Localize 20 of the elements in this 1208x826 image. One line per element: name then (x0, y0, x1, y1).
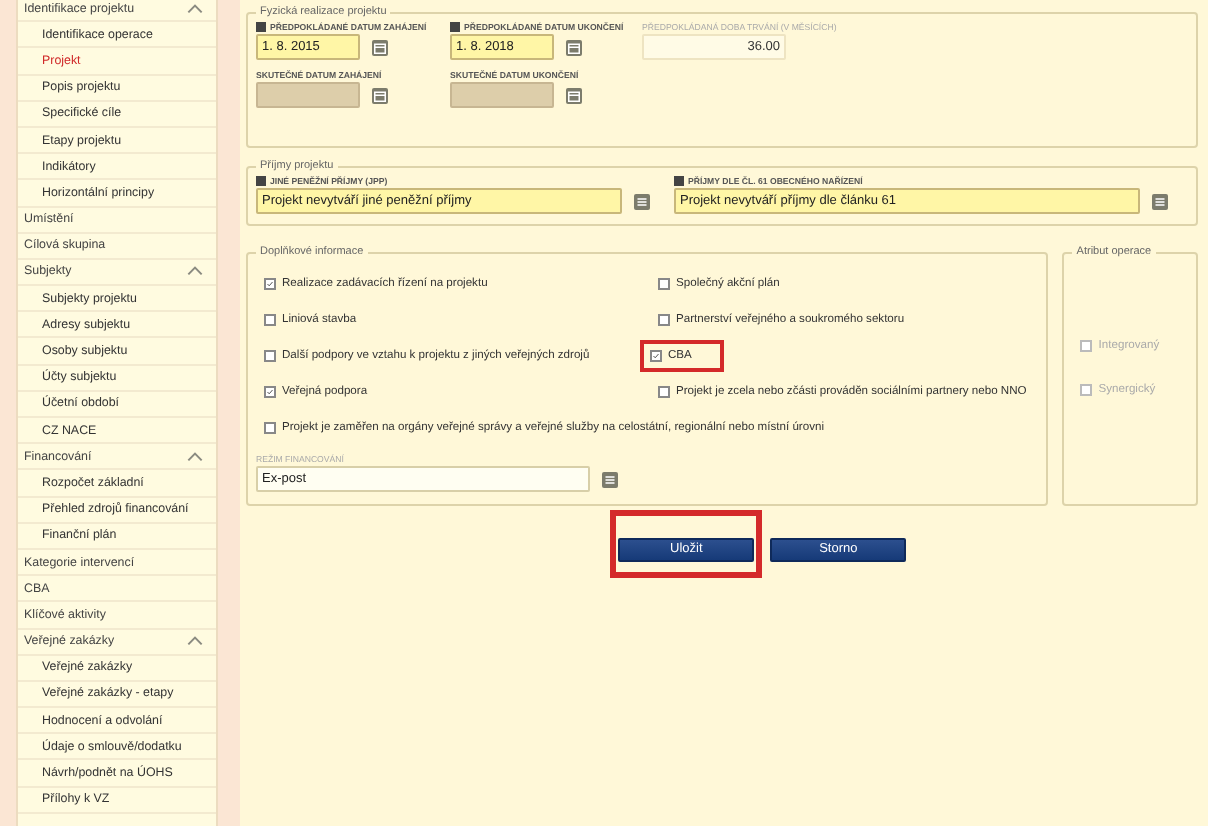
checkbox[interactable] (650, 350, 662, 362)
chevron-icon (186, 266, 204, 277)
calendar-icon[interactable] (372, 39, 388, 55)
checkbox[interactable] (658, 278, 670, 290)
chevron-icon (186, 3, 204, 14)
list-icon[interactable] (634, 193, 650, 209)
list-icon[interactable] (602, 471, 618, 487)
checkbox[interactable] (264, 350, 276, 362)
calendar-icon[interactable] (566, 87, 582, 103)
checkbox[interactable] (264, 278, 276, 290)
checkbox[interactable] (658, 314, 670, 326)
checkbox[interactable] (264, 314, 276, 326)
calendar-icon[interactable] (566, 39, 582, 55)
list-icon[interactable] (1152, 193, 1168, 209)
checkbox[interactable] (264, 386, 276, 398)
chevron-icon (186, 636, 204, 647)
chevron-icon (186, 451, 204, 462)
checkbox[interactable] (658, 386, 670, 398)
checkbox[interactable] (264, 422, 276, 434)
calendar-icon[interactable] (372, 87, 388, 103)
